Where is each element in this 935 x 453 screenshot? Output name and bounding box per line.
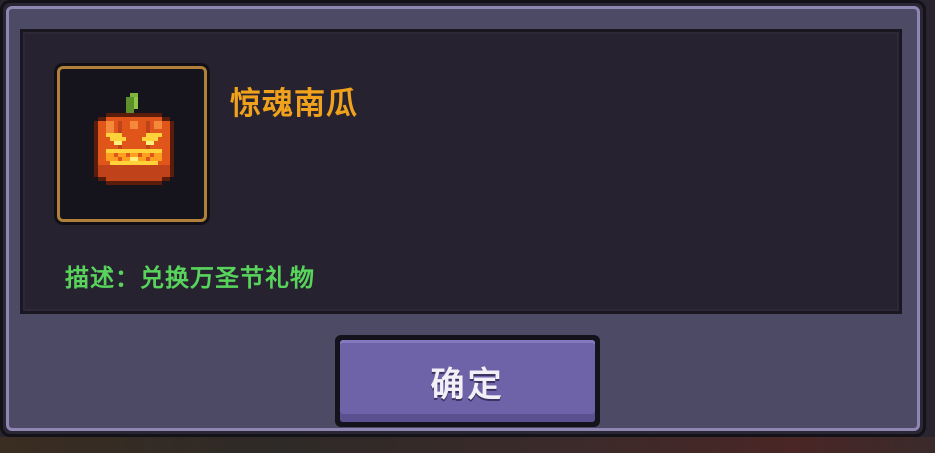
item-info-dialog: 惊魂南瓜 描述：兑换万圣节礼物 确定 [0,0,926,437]
item-description: 描述：兑换万圣节礼物 [65,264,315,292]
dialog-body: 惊魂南瓜 描述：兑换万圣节礼物 确定 [6,6,920,431]
confirm-button-label: 确定 [430,365,505,405]
item-info-panel: 惊魂南瓜 描述：兑换万圣节礼物 [20,29,902,314]
game-screen: 惊魂南瓜 描述：兑换万圣节礼物 确定 [0,0,935,453]
item-name: 惊魂南瓜 [230,86,358,122]
item-icon-frame [57,66,207,222]
jack-o-lantern-icon [94,93,174,185]
confirm-button[interactable]: 确定 [335,335,600,427]
background-strip [0,437,935,453]
